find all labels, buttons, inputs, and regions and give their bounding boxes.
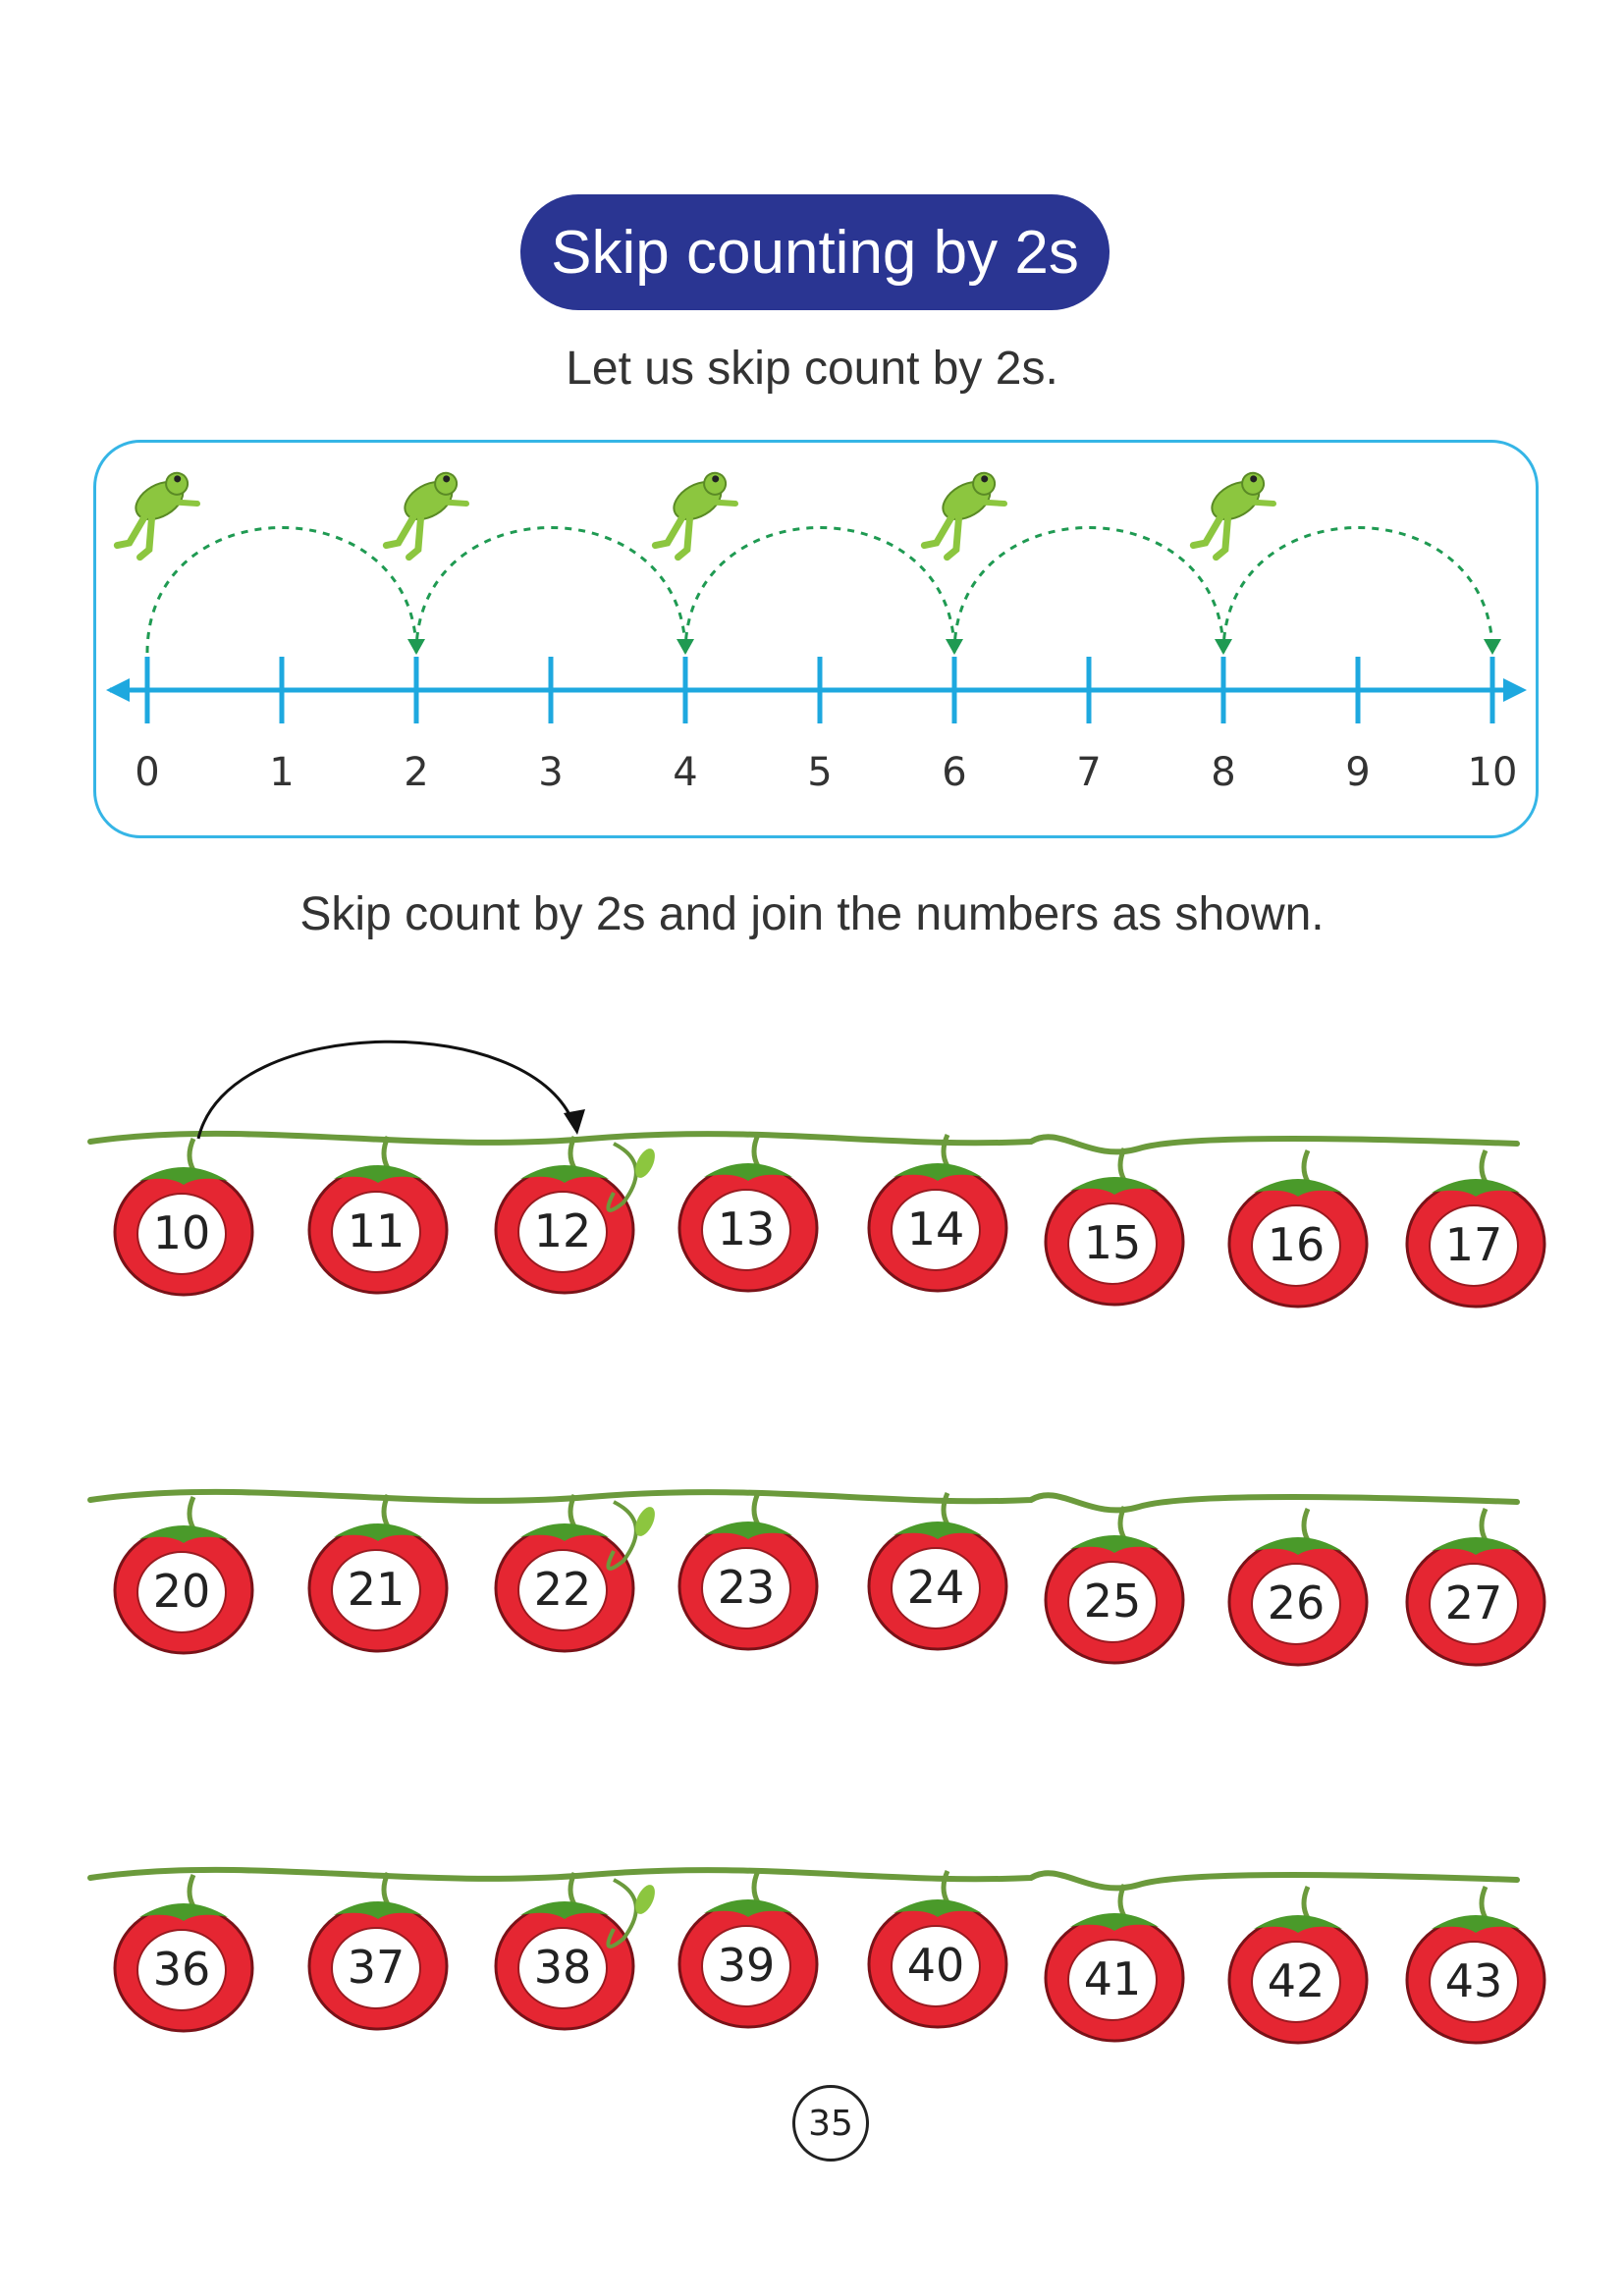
- stem: [1479, 1507, 1489, 1542]
- example-arrowhead-icon: [564, 1109, 585, 1135]
- tomato-number: 10: [153, 1206, 211, 1259]
- tomato-number: 38: [534, 1941, 592, 1994]
- vine: [87, 1488, 1520, 1514]
- tomato-activity: 10 11 12 13 14 15 16 17 20 21 22 23 24 25 26 27 36 37 38 39…: [87, 1040, 1546, 2045]
- stem: [381, 1493, 391, 1528]
- stem: [1301, 1507, 1311, 1542]
- stem: [187, 1873, 196, 1908]
- tomato-number: 37: [348, 1941, 406, 1994]
- tomato-number: 25: [1084, 1575, 1142, 1628]
- vine: [87, 1866, 1520, 1892]
- stem: [381, 1135, 391, 1170]
- stem: [568, 1493, 577, 1528]
- stem: [751, 1491, 761, 1526]
- stem: [1301, 1148, 1311, 1184]
- tomato-number: 21: [348, 1563, 406, 1616]
- tomato-number: 13: [718, 1202, 776, 1255]
- vine: [87, 1130, 1520, 1155]
- tomato-number: 26: [1268, 1576, 1326, 1629]
- stem: [1117, 1883, 1127, 1918]
- stem: [1479, 1885, 1489, 1920]
- stem: [751, 1133, 761, 1168]
- tomato-number: 23: [718, 1561, 776, 1614]
- tomato-number: 27: [1445, 1576, 1503, 1629]
- tomato-number: 20: [153, 1565, 211, 1618]
- stem: [1479, 1148, 1489, 1184]
- stem: [381, 1871, 391, 1906]
- stem: [568, 1135, 577, 1170]
- stem: [941, 1869, 950, 1904]
- stem: [941, 1491, 950, 1526]
- tomato-number: 11: [348, 1204, 406, 1257]
- tomato-number: 39: [718, 1939, 776, 1992]
- stem: [187, 1137, 196, 1172]
- stem: [941, 1133, 950, 1168]
- tomato-number: 42: [1268, 1954, 1326, 2007]
- tomato-number: 12: [534, 1204, 592, 1257]
- stem: [751, 1869, 761, 1904]
- tomato-number: 14: [907, 1202, 965, 1255]
- example-jump-arrow: [196, 1040, 577, 1140]
- tomato-number: 17: [1445, 1218, 1503, 1271]
- stem: [568, 1871, 577, 1906]
- tomato-number: 16: [1268, 1218, 1326, 1271]
- page-number: 35: [792, 2085, 869, 2162]
- tomato-number: 36: [153, 1943, 211, 1996]
- tomato-number: 22: [534, 1563, 592, 1616]
- stem: [187, 1495, 196, 1530]
- tomato-number: 40: [907, 1939, 965, 1992]
- stem: [1301, 1885, 1311, 1920]
- tomato-number: 41: [1084, 1952, 1142, 2005]
- tomato-number: 15: [1084, 1216, 1142, 1269]
- tomato-number: 24: [907, 1561, 965, 1614]
- stem: [1117, 1147, 1127, 1182]
- stem: [1117, 1505, 1127, 1540]
- tomato-number: 43: [1445, 1954, 1503, 2007]
